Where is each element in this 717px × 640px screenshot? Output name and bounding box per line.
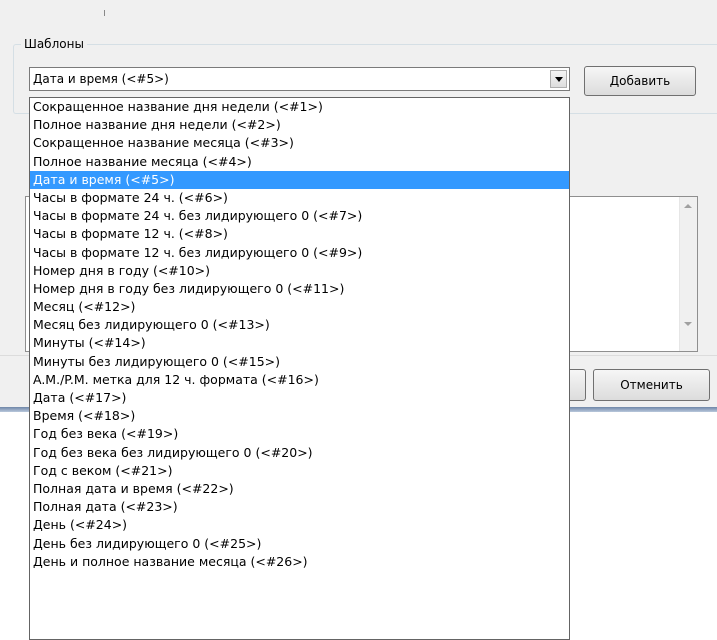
- dropdown-item[interactable]: Номер дня в году (<#10>): [30, 262, 569, 280]
- dropdown-item[interactable]: Полная дата и время (<#22>): [30, 480, 569, 498]
- dropdown-item[interactable]: Дата (<#17>): [30, 389, 569, 407]
- dropdown-item[interactable]: День (<#24>): [30, 516, 569, 534]
- divider: [104, 10, 105, 16]
- dropdown-item[interactable]: Номер дня в году без лидирующего 0 (<#11…: [30, 280, 569, 298]
- dropdown-item[interactable]: Дата и время (<#5>): [30, 170, 569, 189]
- dropdown-item[interactable]: Сокращенное название месяца (<#3>): [30, 134, 569, 152]
- dropdown-item[interactable]: Время (<#18>): [30, 407, 569, 425]
- dropdown-item[interactable]: День без лидирующего 0 (<#25>): [30, 535, 569, 553]
- dropdown-item[interactable]: Месяц (<#12>): [30, 298, 569, 316]
- dropdown-item[interactable]: Минуты без лидирующего 0 (<#15>): [30, 353, 569, 371]
- dropdown-item[interactable]: Часы в формате 24 ч. (<#6>): [30, 189, 569, 207]
- template-dropdown-list[interactable]: Сокращенное название дня недели (<#1>) По…: [29, 97, 570, 640]
- dropdown-item[interactable]: Минуты (<#14>): [30, 334, 569, 352]
- dropdown-item[interactable]: Часы в формате 12 ч. без лидирующего 0 (…: [30, 244, 569, 262]
- template-combobox[interactable]: Дата и время (<#5>): [29, 67, 570, 91]
- vertical-scrollbar[interactable]: [679, 197, 697, 351]
- dropdown-item[interactable]: Сокращенное название дня недели (<#1>): [30, 98, 569, 116]
- dropdown-item[interactable]: Месяц без лидирующего 0 (<#13>): [30, 316, 569, 334]
- dropdown-item[interactable]: Часы в формате 24 ч. без лидирующего 0 (…: [30, 207, 569, 225]
- cancel-button[interactable]: Отменить: [593, 369, 710, 401]
- dropdown-item[interactable]: Полное название месяца (<#4>): [30, 153, 569, 171]
- dropdown-item[interactable]: Полная дата (<#23>): [30, 498, 569, 516]
- template-combobox-value: Дата и время (<#5>): [33, 72, 169, 86]
- dropdown-item[interactable]: Год без века без лидирующего 0 (<#20>): [30, 444, 569, 462]
- dropdown-item[interactable]: Полное название дня недели (<#2>): [30, 116, 569, 134]
- dropdown-item[interactable]: A.M./P.M. метка для 12 ч. формата (<#16>…: [30, 371, 569, 389]
- dropdown-item[interactable]: День и полное название месяца (<#26>): [30, 553, 569, 571]
- scroll-up-arrow-icon[interactable]: [684, 204, 692, 208]
- chevron-down-icon[interactable]: [550, 70, 567, 88]
- scroll-down-arrow-icon[interactable]: [684, 322, 692, 326]
- dropdown-item[interactable]: Год без века (<#19>): [30, 425, 569, 443]
- templates-group-label: Шаблоны: [21, 36, 87, 52]
- dropdown-item[interactable]: Часы в формате 12 ч. (<#8>): [30, 225, 569, 243]
- dropdown-item[interactable]: Год с веком (<#21>): [30, 462, 569, 480]
- add-button[interactable]: Добавить: [584, 66, 696, 96]
